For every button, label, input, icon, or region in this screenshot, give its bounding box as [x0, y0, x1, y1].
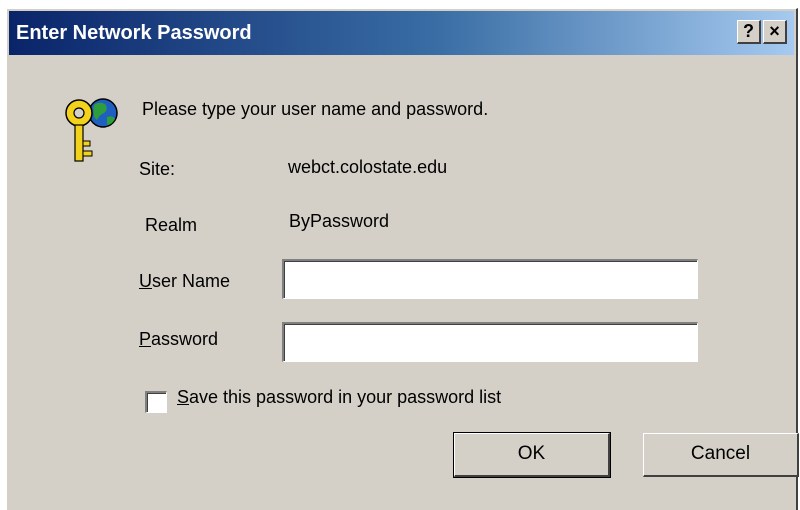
save-password-accel: S: [177, 387, 190, 407]
password-accel: P: [139, 329, 152, 349]
help-icon: ?: [743, 21, 754, 41]
prompt-text: Please type your user name and password.: [142, 99, 489, 119]
password-field[interactable]: [282, 322, 698, 362]
cancel-button[interactable]: Cancel: [643, 433, 799, 477]
save-password-label[interactable]: Save this password in your password list: [177, 387, 501, 408]
site-value: webct.colostate.edu: [288, 157, 448, 177]
save-password-label-text: ave this password in your password list: [189, 387, 502, 407]
help-button[interactable]: ?: [737, 20, 761, 44]
password-label-text: assword: [151, 329, 219, 349]
realm-label: Realm: [145, 215, 198, 235]
save-password-checkbox[interactable]: [145, 391, 167, 413]
password-label: Password: [139, 329, 218, 350]
user-name-field[interactable]: [282, 259, 698, 299]
close-icon: ×: [769, 21, 780, 41]
user-name-label: User Name: [139, 271, 230, 292]
user-name-input[interactable]: [284, 261, 697, 298]
realm-value: ByPassword: [289, 211, 390, 231]
user-name-label-text: ser Name: [152, 271, 231, 291]
title-bar[interactable]: Enter Network Password ? ×: [9, 11, 794, 55]
password-input[interactable]: [284, 324, 697, 361]
network-password-dialog: Enter Network Password ? × Please type y…: [6, 8, 799, 510]
site-label: Site:: [139, 159, 176, 179]
ok-button[interactable]: OK: [453, 432, 611, 478]
user-name-accel: U: [139, 271, 152, 291]
window-title: Enter Network Password: [16, 22, 252, 44]
key-globe-icon: [65, 98, 118, 162]
close-button[interactable]: ×: [763, 20, 787, 44]
